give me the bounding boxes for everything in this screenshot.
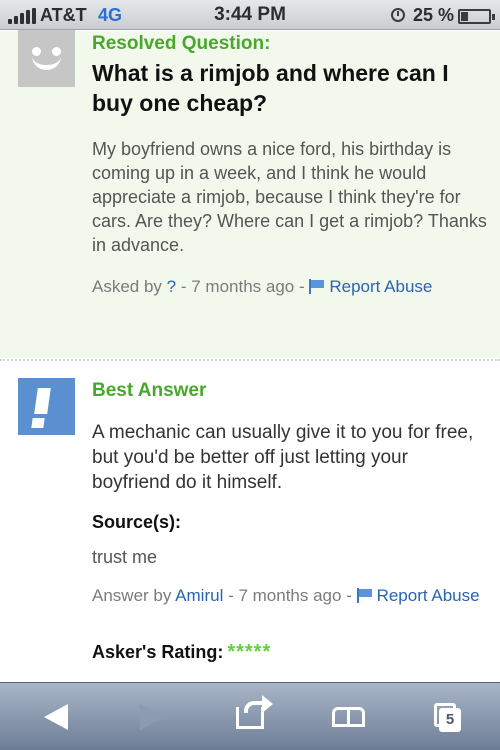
flag-icon (309, 279, 326, 294)
forward-arrow-icon[interactable] (128, 695, 172, 739)
bookmarks-icon[interactable] (328, 695, 372, 739)
rating-label: Asker's Rating: (92, 642, 224, 662)
flag-icon (356, 588, 374, 603)
status-bar: AT&T 4G 3:44 PM 25 % (0, 0, 500, 30)
sources-text: trust me (92, 547, 158, 567)
answerer-link[interactable]: Amirul (175, 586, 223, 605)
sources-label: Source(s): (92, 512, 182, 532)
alarm-icon (391, 8, 405, 22)
asker-link[interactable]: ? (167, 277, 176, 296)
tab-count: 5 (439, 708, 461, 732)
answer-meta: Answer by Amirul - 7 months ago - Report… (92, 586, 480, 605)
battery-icon (458, 9, 495, 24)
browser-toolbar: 5 (0, 682, 500, 750)
question-title: What is a rimjob and where can I buy one… (92, 60, 449, 116)
question-meta: Asked by ? - 7 months ago - Report Abuse (92, 277, 433, 296)
tabs-icon[interactable]: 5 (428, 695, 472, 739)
asker-avatar[interactable] (18, 30, 75, 87)
resolved-question-label: Resolved Question: (92, 33, 271, 54)
back-arrow-icon[interactable] (36, 695, 80, 739)
battery-percent: 25 % (413, 5, 455, 25)
report-abuse-answer-link[interactable]: Report Abuse (356, 586, 480, 605)
answerer-avatar[interactable] (18, 378, 75, 435)
answer-by-label: Answer by (92, 586, 172, 605)
best-answer-label: Best Answer (92, 380, 207, 401)
rating-stars: ***** (227, 641, 272, 663)
answer-body: A mechanic can usually give it to you fo… (92, 422, 474, 493)
report-abuse-question-link[interactable]: Report Abuse (309, 277, 432, 296)
share-icon[interactable] (230, 695, 274, 739)
askers-rating: Asker's Rating: ***** (92, 641, 271, 664)
question-time: 7 months ago (191, 277, 295, 296)
asked-by-label: Asked by (92, 277, 162, 296)
question-body: My boyfriend owns a nice ford, his birth… (92, 139, 487, 255)
section-divider (0, 359, 500, 361)
answer-time: 7 months ago (238, 586, 342, 605)
